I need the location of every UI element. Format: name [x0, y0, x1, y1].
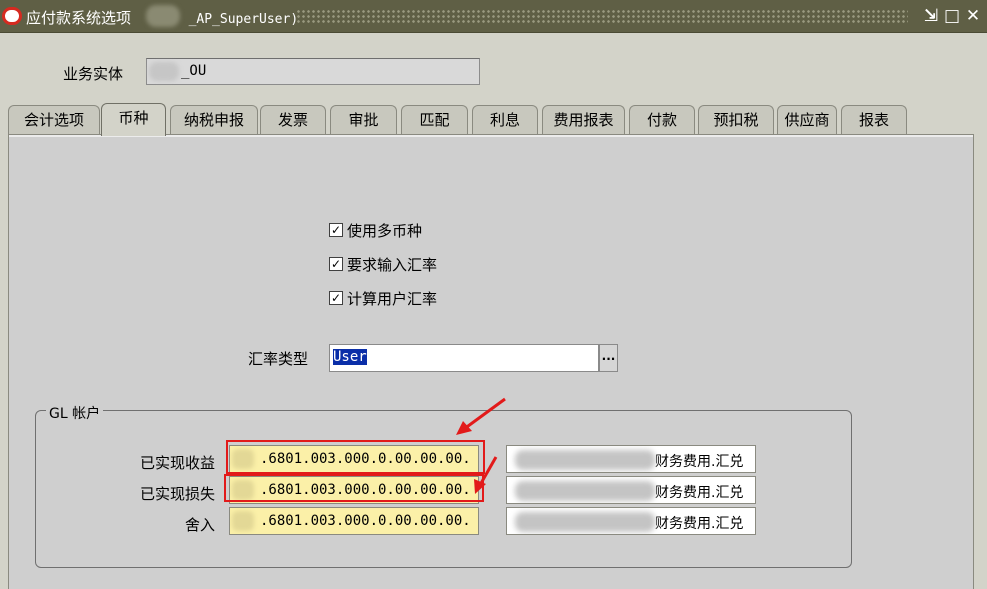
calculate-user-rate-checkbox[interactable]: ✓ — [329, 291, 343, 305]
checkbox-row-use-multiple-currencies[interactable]: ✓ 使用多币种 — [329, 220, 422, 240]
realized-loss-label: 已实现损失 — [139, 485, 215, 503]
tab-reports[interactable]: 报表 — [841, 105, 907, 135]
rate-type-lov-button[interactable]: ... — [599, 344, 618, 372]
tab-interest[interactable]: 利息 — [472, 105, 538, 135]
tab-expense-report[interactable]: 费用报表 — [542, 105, 625, 135]
use-multiple-currencies-checkbox[interactable]: ✓ — [329, 223, 343, 237]
rate-type-input[interactable]: User — [329, 344, 599, 372]
realized-loss-description-value: 财务费用.汇兑 — [655, 485, 744, 501]
require-exchange-rate-checkbox[interactable]: ✓ — [329, 257, 343, 271]
tab-tax-reporting[interactable]: 纳税申报 — [170, 105, 258, 135]
rounding-description-value: 财务费用.汇兑 — [655, 516, 744, 532]
realized-loss-description-field: 财务费用.汇兑 — [506, 476, 756, 504]
minimize-icon[interactable]: ⇲ — [921, 6, 941, 26]
operating-unit-field: _OU — [146, 58, 480, 85]
rounding-description-field: 财务费用.汇兑 — [506, 507, 756, 535]
tab-withholding-tax[interactable]: 预扣税 — [698, 105, 774, 135]
tab-supplier[interactable]: 供应商 — [777, 105, 837, 135]
annotation-arrow-icon — [456, 397, 506, 435]
checkbox-row-calculate-user-rate[interactable]: ✓ 计算用户汇率 — [329, 288, 437, 308]
require-exchange-rate-label: 要求输入汇率 — [347, 255, 438, 274]
rounding-label: 舍入 — [184, 516, 215, 534]
tab-accounting-options[interactable]: 会计选项 — [8, 105, 100, 135]
tab-approval[interactable]: 审批 — [330, 105, 397, 135]
operating-unit-label: 业务实体 — [63, 65, 124, 83]
redacted-region — [515, 512, 655, 532]
rounding-account-value: .6801.003.000.0.00.00.00. — [260, 513, 471, 529]
window-title: 应付款系统选项 _AP_SuperUser) — [26, 7, 298, 28]
window-title-responsibility: _AP_SuperUser) — [188, 12, 299, 27]
realized-gain-description-value: 财务费用.汇兑 — [655, 454, 744, 470]
rounding-account-field[interactable]: .6801.003.000.0.00.00.00. — [229, 507, 479, 535]
annotation-arrow-icon — [474, 456, 498, 494]
redacted-region — [149, 62, 179, 81]
redacted-region — [515, 450, 655, 470]
operating-unit-value: _OU — [181, 63, 207, 79]
window-title-text: 应付款系统选项 — [26, 9, 132, 27]
tab-invoice[interactable]: 发票 — [260, 105, 326, 135]
rate-type-label: 汇率类型 — [248, 350, 309, 368]
tab-matching[interactable]: 匹配 — [401, 105, 468, 135]
titlebar-grip — [296, 9, 908, 23]
close-icon[interactable]: ✕ — [963, 6, 983, 26]
checkbox-row-require-exchange-rate[interactable]: ✓ 要求输入汇率 — [329, 254, 437, 274]
use-multiple-currencies-label: 使用多币种 — [347, 221, 423, 240]
tab-payment[interactable]: 付款 — [629, 105, 695, 135]
redacted-region — [232, 511, 254, 531]
oracle-logo-icon — [2, 7, 22, 25]
rate-type-value: User — [333, 349, 367, 365]
gl-accounts-group-title: GL 帐户 — [46, 403, 104, 423]
maximize-icon[interactable]: □ — [942, 6, 962, 26]
realized-loss-highlight-box — [224, 474, 484, 502]
calculate-user-rate-label: 计算用户汇率 — [347, 289, 438, 308]
realized-gain-label: 已实现收益 — [139, 454, 215, 472]
options-panel: 业务实体 _OU 会计选项 币种 纳税申报 发票 审批 匹配 利息 费用报表 付… — [0, 33, 987, 589]
title-bar: 应付款系统选项 _AP_SuperUser) ⇲ □ ✕ — [0, 0, 987, 33]
realized-gain-highlight-box — [226, 440, 485, 474]
realized-gain-description-field: 财务费用.汇兑 — [506, 445, 756, 473]
redacted-region — [515, 481, 655, 501]
tab-currency[interactable]: 币种 — [101, 103, 166, 136]
